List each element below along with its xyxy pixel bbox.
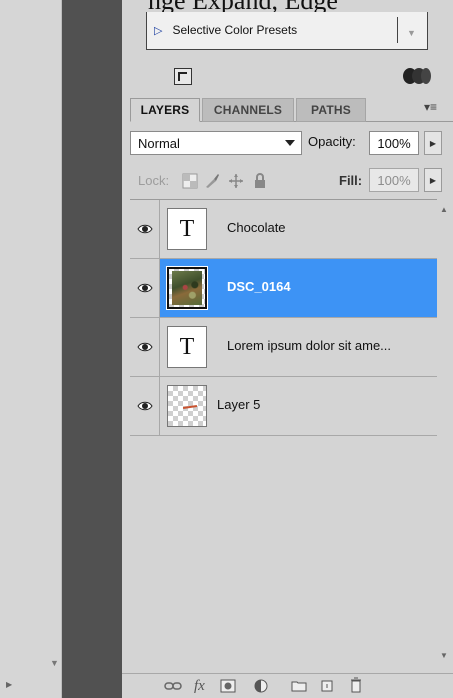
new-group-icon[interactable] bbox=[291, 680, 307, 692]
eye-icon bbox=[137, 342, 153, 352]
adjustment-layer-icon[interactable] bbox=[254, 679, 270, 693]
eye-icon bbox=[137, 224, 153, 234]
visibility-toggle[interactable] bbox=[130, 200, 160, 258]
layers-bottom-toolbar: fx bbox=[122, 673, 453, 698]
layer-name[interactable]: Chocolate bbox=[227, 220, 286, 235]
tab-layers[interactable]: LAYERS bbox=[130, 98, 200, 122]
lock-all-icon[interactable] bbox=[252, 173, 268, 189]
return-to-list-icon[interactable] bbox=[174, 68, 192, 85]
panel-icon-row bbox=[122, 64, 453, 92]
trash-icon[interactable] bbox=[350, 677, 362, 693]
left-panel-column: ▼ ▶ bbox=[0, 0, 62, 698]
blend-mode-value: Normal bbox=[138, 135, 180, 151]
panel-tabs: LAYERS CHANNELS PATHS bbox=[130, 98, 453, 122]
visibility-toggle[interactable] bbox=[130, 377, 160, 435]
layer-name[interactable]: Layer 5 bbox=[217, 397, 260, 412]
fx-icon[interactable]: fx bbox=[194, 678, 205, 695]
dark-divider-column bbox=[62, 0, 122, 698]
add-mask-icon[interactable] bbox=[220, 679, 236, 693]
eye-icon bbox=[137, 283, 153, 293]
image-layer-thumbnail bbox=[166, 266, 208, 310]
preset-item[interactable]: ▷ Selective Color Presets bbox=[146, 17, 398, 43]
layer-list: T Chocolate DSC_0164 T Lorem ipsum dolor… bbox=[130, 199, 437, 649]
fill-slider-arrow-icon[interactable]: ▶ bbox=[424, 168, 442, 192]
opacity-input[interactable]: 100% bbox=[369, 131, 419, 155]
dropdown-arrow-icon bbox=[285, 140, 295, 146]
panel-menu-icon[interactable]: ▾≡ bbox=[424, 100, 437, 114]
tab-paths[interactable]: PATHS bbox=[296, 98, 366, 122]
scroll-up-arrow-icon[interactable]: ▲ bbox=[440, 205, 448, 214]
disclosure-triangle-icon[interactable]: ▷ bbox=[154, 24, 162, 37]
stroke-preview bbox=[182, 405, 198, 409]
layer-row-chocolate[interactable]: T Chocolate bbox=[130, 200, 437, 259]
lock-label: Lock: bbox=[138, 173, 170, 188]
photo-preview bbox=[172, 271, 202, 305]
presets-scroll-down-icon[interactable]: ▼ bbox=[407, 28, 416, 38]
scroll-down-arrow-icon[interactable]: ▼ bbox=[440, 651, 448, 660]
layer-name[interactable]: DSC_0164 bbox=[227, 279, 291, 294]
raster-layer-thumbnail bbox=[167, 385, 207, 427]
clip-to-layer-icon[interactable] bbox=[403, 68, 435, 86]
layer-name[interactable]: Lorem ipsum dolor sit ame... bbox=[227, 338, 391, 353]
blend-mode-select[interactable]: Normal bbox=[130, 131, 302, 155]
lock-image-pixels-icon[interactable] bbox=[204, 173, 220, 189]
lock-position-icon[interactable] bbox=[228, 173, 244, 189]
text-layer-thumbnail: T bbox=[167, 208, 207, 250]
fill-input[interactable]: 100% bbox=[369, 168, 419, 192]
lock-transparent-pixels-icon[interactable] bbox=[182, 173, 198, 189]
layer-row-lorem-ipsum[interactable]: T Lorem ipsum dolor sit ame... bbox=[130, 318, 437, 377]
visibility-toggle[interactable] bbox=[130, 259, 160, 317]
layer-row-dsc-0164[interactable]: DSC_0164 bbox=[130, 259, 437, 318]
expand-triangle-icon[interactable]: ▶ bbox=[6, 680, 12, 689]
scroll-down-arrow-icon[interactable]: ▼ bbox=[50, 658, 59, 668]
opacity-label: Opacity: bbox=[308, 134, 356, 149]
eye-icon bbox=[137, 401, 153, 411]
new-layer-icon[interactable] bbox=[320, 679, 334, 693]
opacity-slider-arrow-icon[interactable]: ▶ bbox=[424, 131, 442, 155]
preset-label: Selective Color Presets bbox=[172, 23, 298, 37]
layer-list-scrollbar[interactable]: ▲ ▼ bbox=[437, 199, 453, 669]
text-layer-thumbnail: T bbox=[167, 326, 207, 368]
fill-label: Fill: bbox=[339, 173, 363, 188]
link-layers-icon[interactable] bbox=[164, 681, 182, 691]
photoshop-panels: ▼ ▶ nge Expand, Edge ▷ Selective Color P… bbox=[0, 0, 453, 698]
visibility-toggle[interactable] bbox=[130, 318, 160, 376]
layer-row-layer-5[interactable]: Layer 5 bbox=[130, 377, 437, 436]
tab-channels[interactable]: CHANNELS bbox=[202, 98, 294, 122]
